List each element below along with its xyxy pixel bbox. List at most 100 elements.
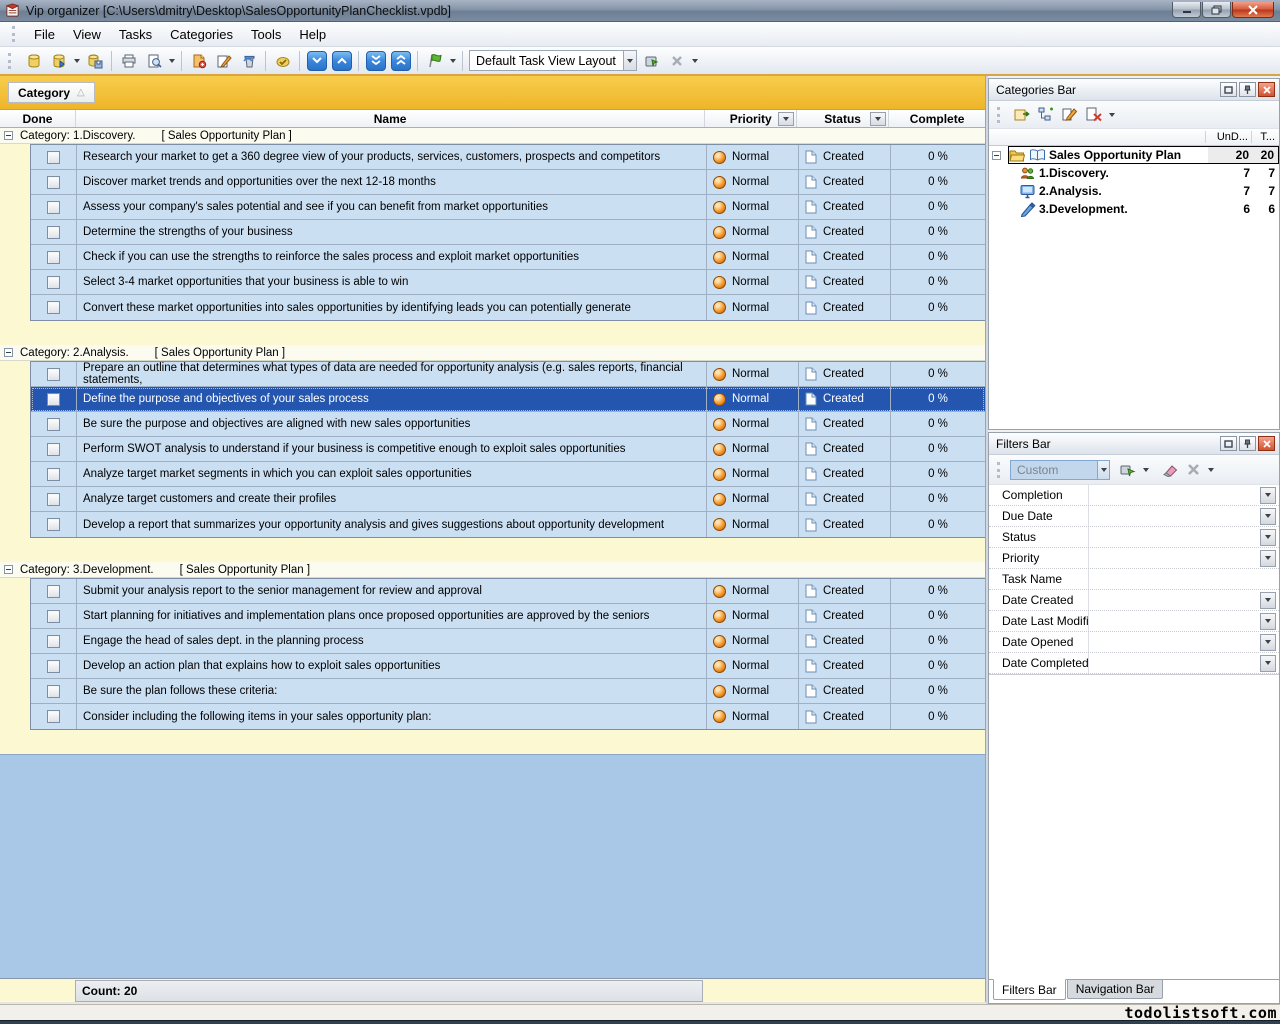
new-database-button[interactable] <box>21 49 46 73</box>
task-checkbox[interactable] <box>47 393 60 406</box>
minimize-button[interactable] <box>1172 2 1201 18</box>
save-database-button[interactable] <box>82 49 107 73</box>
column-header-status[interactable]: Status <box>796 110 888 127</box>
panel-close-button[interactable] <box>1258 436 1275 451</box>
edit-task-button[interactable] <box>211 49 236 73</box>
group-by-category-button[interactable]: Category △ <box>8 82 95 103</box>
complete-task-button[interactable] <box>270 49 295 73</box>
delete-task-button[interactable] <box>236 49 261 73</box>
filter-dropdown-button[interactable] <box>1260 529 1276 546</box>
column-header-complete[interactable]: Complete <box>888 110 985 127</box>
filter-field-value[interactable] <box>1089 611 1260 631</box>
filter-field-value[interactable] <box>1089 548 1260 568</box>
filter-dropdown-button[interactable] <box>1260 592 1276 609</box>
notify-button[interactable] <box>422 49 447 73</box>
status-filter-dropdown[interactable] <box>870 112 886 126</box>
filter-field-value[interactable] <box>1089 632 1260 652</box>
menu-tools[interactable]: Tools <box>242 24 290 45</box>
add-task-button[interactable] <box>186 49 211 73</box>
task-row[interactable]: Submit your analysis report to the senio… <box>31 579 985 604</box>
tree-row-discovery[interactable]: 1.Discovery. 7 7 <box>989 164 1279 182</box>
category-group-header[interactable]: Category: 2.Analysis.[ Sales Opportunity… <box>0 345 985 361</box>
restore-button[interactable] <box>1202 2 1231 18</box>
filter-dropdown-button[interactable] <box>1260 634 1276 651</box>
open-database-button[interactable] <box>46 49 71 73</box>
filter-field-value[interactable] <box>1089 506 1260 526</box>
task-checkbox[interactable] <box>47 610 60 623</box>
move-up-button[interactable] <box>332 51 352 71</box>
task-row[interactable]: Be sure the plan follows these criteria:… <box>31 679 985 704</box>
tab-navigation-bar[interactable]: Navigation Bar <box>1067 980 1164 999</box>
panel-restore-button[interactable] <box>1220 436 1237 451</box>
filter-field-value[interactable] <box>1089 653 1260 673</box>
tree-row-analysis[interactable]: 2.Analysis. 7 7 <box>989 182 1279 200</box>
categories-toolbar-dropdown[interactable] <box>1106 104 1117 126</box>
tree-column-total[interactable]: T... <box>1251 131 1279 143</box>
task-checkbox[interactable] <box>47 368 60 381</box>
edit-category-button[interactable] <box>1058 104 1082 126</box>
task-row[interactable]: Analyze target market segments in which … <box>31 462 985 487</box>
toolbar-options-dropdown[interactable] <box>689 50 700 72</box>
category-group-header[interactable]: Category: 3.Development.[ Sales Opportun… <box>0 562 985 578</box>
print-preview-dropdown[interactable] <box>166 50 177 72</box>
task-checkbox[interactable] <box>47 226 60 239</box>
menu-view[interactable]: View <box>64 24 110 45</box>
task-checkbox[interactable] <box>47 635 60 648</box>
task-row[interactable]: Analyze target customers and create thei… <box>31 487 985 512</box>
tree-row-development[interactable]: 3.Development. 6 6 <box>989 200 1279 218</box>
task-checkbox[interactable] <box>47 151 60 164</box>
menu-tasks[interactable]: Tasks <box>110 24 161 45</box>
column-header-done[interactable]: Done <box>0 110 75 127</box>
layout-combobox-dropdown[interactable] <box>623 51 636 70</box>
delete-filter-button[interactable] <box>1181 459 1205 481</box>
filter-dropdown-button[interactable] <box>1260 655 1276 672</box>
menu-help[interactable]: Help <box>290 24 335 45</box>
print-button[interactable] <box>116 49 141 73</box>
filters-toolbar-dropdown[interactable] <box>1205 459 1216 481</box>
filter-field-value[interactable] <box>1089 590 1260 610</box>
print-preview-button[interactable] <box>141 49 166 73</box>
panel-close-button[interactable] <box>1258 82 1275 97</box>
filter-dropdown-button[interactable] <box>1260 487 1276 504</box>
layout-combobox[interactable]: Default Task View Layout <box>469 50 637 71</box>
priority-filter-dropdown[interactable] <box>778 112 794 126</box>
task-row[interactable]: Define the purpose and objectives of you… <box>31 387 985 412</box>
task-row[interactable]: Convert these market opportunities into … <box>31 295 985 320</box>
filter-preset-combobox[interactable]: Custom <box>1010 460 1098 480</box>
column-header-name[interactable]: Name <box>75 110 704 127</box>
task-row[interactable]: Select 3-4 market opportunities that you… <box>31 270 985 295</box>
task-row[interactable]: Develop an action plan that explains how… <box>31 654 985 679</box>
new-list-button[interactable] <box>1010 104 1034 126</box>
filter-preset-dropdown[interactable] <box>1097 460 1110 480</box>
filter-dropdown-button[interactable] <box>1260 613 1276 630</box>
task-checkbox[interactable] <box>47 276 60 289</box>
collapse-icon[interactable] <box>4 348 13 357</box>
task-checkbox[interactable] <box>47 251 60 264</box>
task-checkbox[interactable] <box>47 468 60 481</box>
move-to-bottom-button[interactable] <box>366 51 386 71</box>
task-checkbox[interactable] <box>47 660 60 673</box>
close-button[interactable] <box>1232 2 1274 18</box>
move-to-top-button[interactable] <box>391 51 411 71</box>
collapse-icon[interactable] <box>4 131 13 140</box>
filter-field-value[interactable] <box>1089 527 1260 547</box>
task-checkbox[interactable] <box>47 443 60 456</box>
task-row[interactable]: Check if you can use the strengths to re… <box>31 245 985 270</box>
tree-column-undone[interactable]: UnD... <box>1205 131 1251 143</box>
filter-field-value[interactable] <box>1089 569 1279 589</box>
move-down-button[interactable] <box>307 51 327 71</box>
panel-pin-button[interactable] <box>1239 82 1256 97</box>
task-row[interactable]: Research your market to get a 360 degree… <box>31 145 985 170</box>
task-row[interactable]: Prepare an outline that determines what … <box>31 362 985 387</box>
clear-filter-button[interactable] <box>1157 459 1181 481</box>
task-checkbox[interactable] <box>47 685 60 698</box>
save-layout-button[interactable] <box>639 49 664 73</box>
task-checkbox[interactable] <box>47 301 60 314</box>
filter-dropdown-button[interactable] <box>1260 508 1276 525</box>
filter-field-value[interactable] <box>1089 485 1260 505</box>
save-filter-button[interactable] <box>1116 459 1140 481</box>
panel-pin-button[interactable] <box>1239 436 1256 451</box>
task-row[interactable]: Engage the head of sales dept. in the pl… <box>31 629 985 654</box>
save-filter-dropdown[interactable] <box>1140 459 1151 481</box>
notify-dropdown[interactable] <box>447 50 458 72</box>
